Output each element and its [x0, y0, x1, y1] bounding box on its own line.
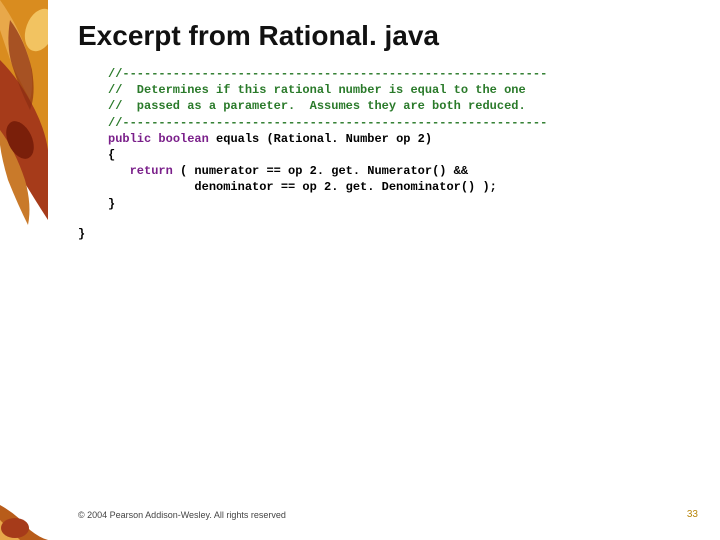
slide-content: Excerpt from Rational. java //----------… [78, 20, 690, 242]
keyword-return: return [130, 164, 173, 178]
return-expr-2: denominator == op 2. get. Denominator() … [108, 180, 497, 194]
code-comment-line1: // Determines if this rational number is… [108, 83, 526, 97]
code-comment-sep1: //--------------------------------------… [108, 67, 547, 81]
copyright-footer: © 2004 Pearson Addison-Wesley. All right… [78, 510, 286, 520]
brace-close: } [108, 197, 115, 211]
code-block: //--------------------------------------… [108, 66, 690, 212]
method-signature-rest: equals (Rational. Number op 2) [209, 132, 432, 146]
code-comment-line2: // passed as a parameter. Assumes they a… [108, 99, 526, 113]
return-expr-1: ( numerator == op 2. get. Numerator() && [173, 164, 468, 178]
decorative-leaf-strip [0, 0, 48, 540]
page-number: 33 [687, 509, 698, 520]
code-comment-sep2: //--------------------------------------… [108, 116, 547, 130]
brace-open: { [108, 148, 115, 162]
keyword-boolean: boolean [158, 132, 208, 146]
outer-brace-close: } [78, 226, 690, 242]
slide-title: Excerpt from Rational. java [78, 20, 690, 52]
keyword-public: public [108, 132, 151, 146]
